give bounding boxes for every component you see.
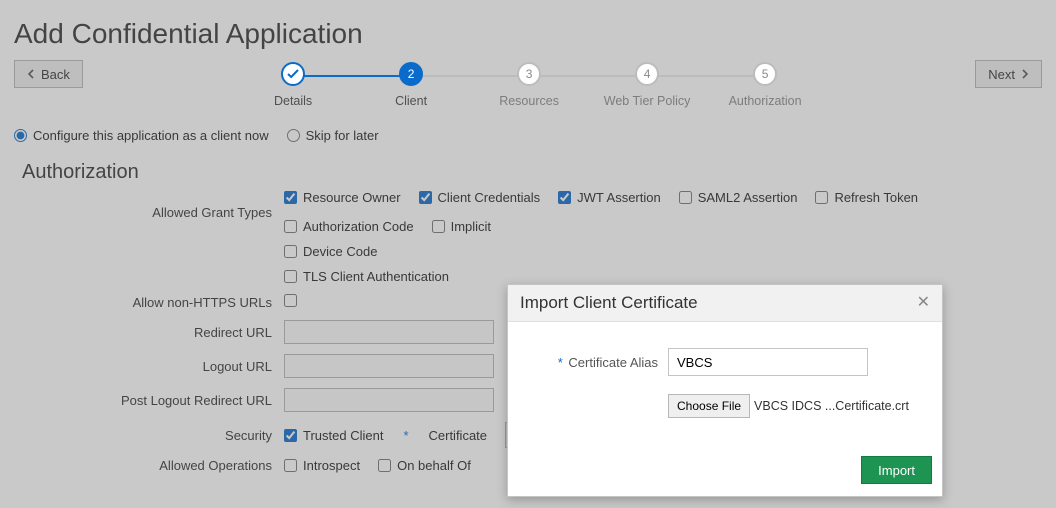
modal-title: Import Client Certificate xyxy=(520,293,698,313)
next-label: Next xyxy=(988,67,1015,82)
on-behalf-checkbox[interactable]: On behalf Of xyxy=(378,458,471,473)
stepper: Details 2 Client 3 Resources 4 Web Tier … xyxy=(234,62,824,108)
chosen-file-name: VBCS IDCS ...Certificate.crt xyxy=(754,399,909,413)
modal-body: * Certificate Alias Choose File VBCS IDC… xyxy=(508,322,942,448)
skip-later-radio[interactable]: Skip for later xyxy=(287,128,379,143)
step-number: 2 xyxy=(399,62,423,86)
configure-now-radio[interactable]: Configure this application as a client n… xyxy=(14,128,269,143)
allowed-ops-label: Allowed Operations xyxy=(14,458,276,473)
step-number: 4 xyxy=(635,62,659,86)
authorization-heading: Authorization xyxy=(22,161,1042,184)
config-choice-row: Configure this application as a client n… xyxy=(14,128,1042,143)
grant-saml2-assertion[interactable]: SAML2 Assertion xyxy=(679,190,798,205)
chevron-left-icon xyxy=(27,67,35,82)
step-details[interactable]: Details xyxy=(234,62,352,108)
introspect-checkbox[interactable]: Introspect xyxy=(284,458,360,473)
step-resources[interactable]: 3 Resources xyxy=(470,62,588,108)
step-authorization[interactable]: 5 Authorization xyxy=(706,62,824,108)
grant-types-row-3: TLS Client Authentication xyxy=(284,269,1042,284)
grant-refresh-token[interactable]: Refresh Token xyxy=(815,190,918,205)
back-label: Back xyxy=(41,67,70,82)
choose-file-button[interactable]: Choose File xyxy=(668,394,750,418)
grant-types-row-1: Resource Owner Client Credentials JWT As… xyxy=(284,190,1042,234)
modal-import-button[interactable]: Import xyxy=(861,456,932,484)
grant-authorization-code[interactable]: Authorization Code xyxy=(284,219,414,234)
certificate-alias-input[interactable] xyxy=(668,348,868,376)
skip-later-input[interactable] xyxy=(287,129,300,142)
back-button[interactable]: Back xyxy=(14,60,83,88)
grant-device-code[interactable]: Device Code xyxy=(284,244,377,259)
certificate-alias-label: * Certificate Alias xyxy=(528,355,658,370)
logout-url-input[interactable] xyxy=(284,354,494,378)
step-label: Details xyxy=(274,94,312,108)
page-title: Add Confidential Application xyxy=(14,18,1042,50)
step-webtier[interactable]: 4 Web Tier Policy xyxy=(588,62,706,108)
grant-client-credentials[interactable]: Client Credentials xyxy=(419,190,541,205)
logout-url-label: Logout URL xyxy=(14,359,276,374)
grant-types-row-2: Device Code xyxy=(284,244,1042,259)
modal-footer: Import xyxy=(508,448,942,496)
required-star: * xyxy=(403,428,408,443)
allowed-grant-types-label: Allowed Grant Types xyxy=(14,205,276,220)
allow-non-https-label: Allow non-HTTPS URLs xyxy=(14,295,276,310)
step-label: Client xyxy=(395,94,427,108)
next-button[interactable]: Next xyxy=(975,60,1042,88)
grant-jwt-assertion[interactable]: JWT Assertion xyxy=(558,190,661,205)
nav-row: Back Details 2 Client 3 Resources 4 Web xyxy=(14,60,1042,108)
allow-non-https-checkbox[interactable] xyxy=(284,294,297,307)
configure-now-input[interactable] xyxy=(14,129,27,142)
check-icon xyxy=(281,62,305,86)
step-label: Authorization xyxy=(729,94,802,108)
configure-now-label: Configure this application as a client n… xyxy=(33,128,269,143)
certificate-label: Certificate xyxy=(429,428,488,443)
redirect-url-label: Redirect URL xyxy=(14,325,276,340)
required-star: * xyxy=(558,355,563,370)
redirect-url-input[interactable] xyxy=(284,320,494,344)
grant-resource-owner[interactable]: Resource Owner xyxy=(284,190,401,205)
step-client[interactable]: 2 Client xyxy=(352,62,470,108)
file-picker-row: Choose File VBCS IDCS ...Certificate.crt xyxy=(668,394,922,418)
step-label: Web Tier Policy xyxy=(604,94,691,108)
security-label: Security xyxy=(14,428,276,443)
import-certificate-modal: Import Client Certificate ✕ * Certificat… xyxy=(507,284,943,497)
trusted-client-checkbox[interactable]: Trusted Client xyxy=(284,428,383,443)
grant-implicit[interactable]: Implicit xyxy=(432,219,491,234)
post-logout-redirect-url-input[interactable] xyxy=(284,388,494,412)
close-icon[interactable]: ✕ xyxy=(917,295,930,311)
step-label: Resources xyxy=(499,94,559,108)
step-number: 3 xyxy=(517,62,541,86)
post-logout-redirect-url-label: Post Logout Redirect URL xyxy=(14,393,276,408)
chevron-right-icon xyxy=(1021,67,1029,82)
modal-header: Import Client Certificate ✕ xyxy=(508,285,942,322)
grant-tls-client-auth[interactable]: TLS Client Authentication xyxy=(284,269,449,284)
step-number: 5 xyxy=(753,62,777,86)
skip-later-label: Skip for later xyxy=(306,128,379,143)
